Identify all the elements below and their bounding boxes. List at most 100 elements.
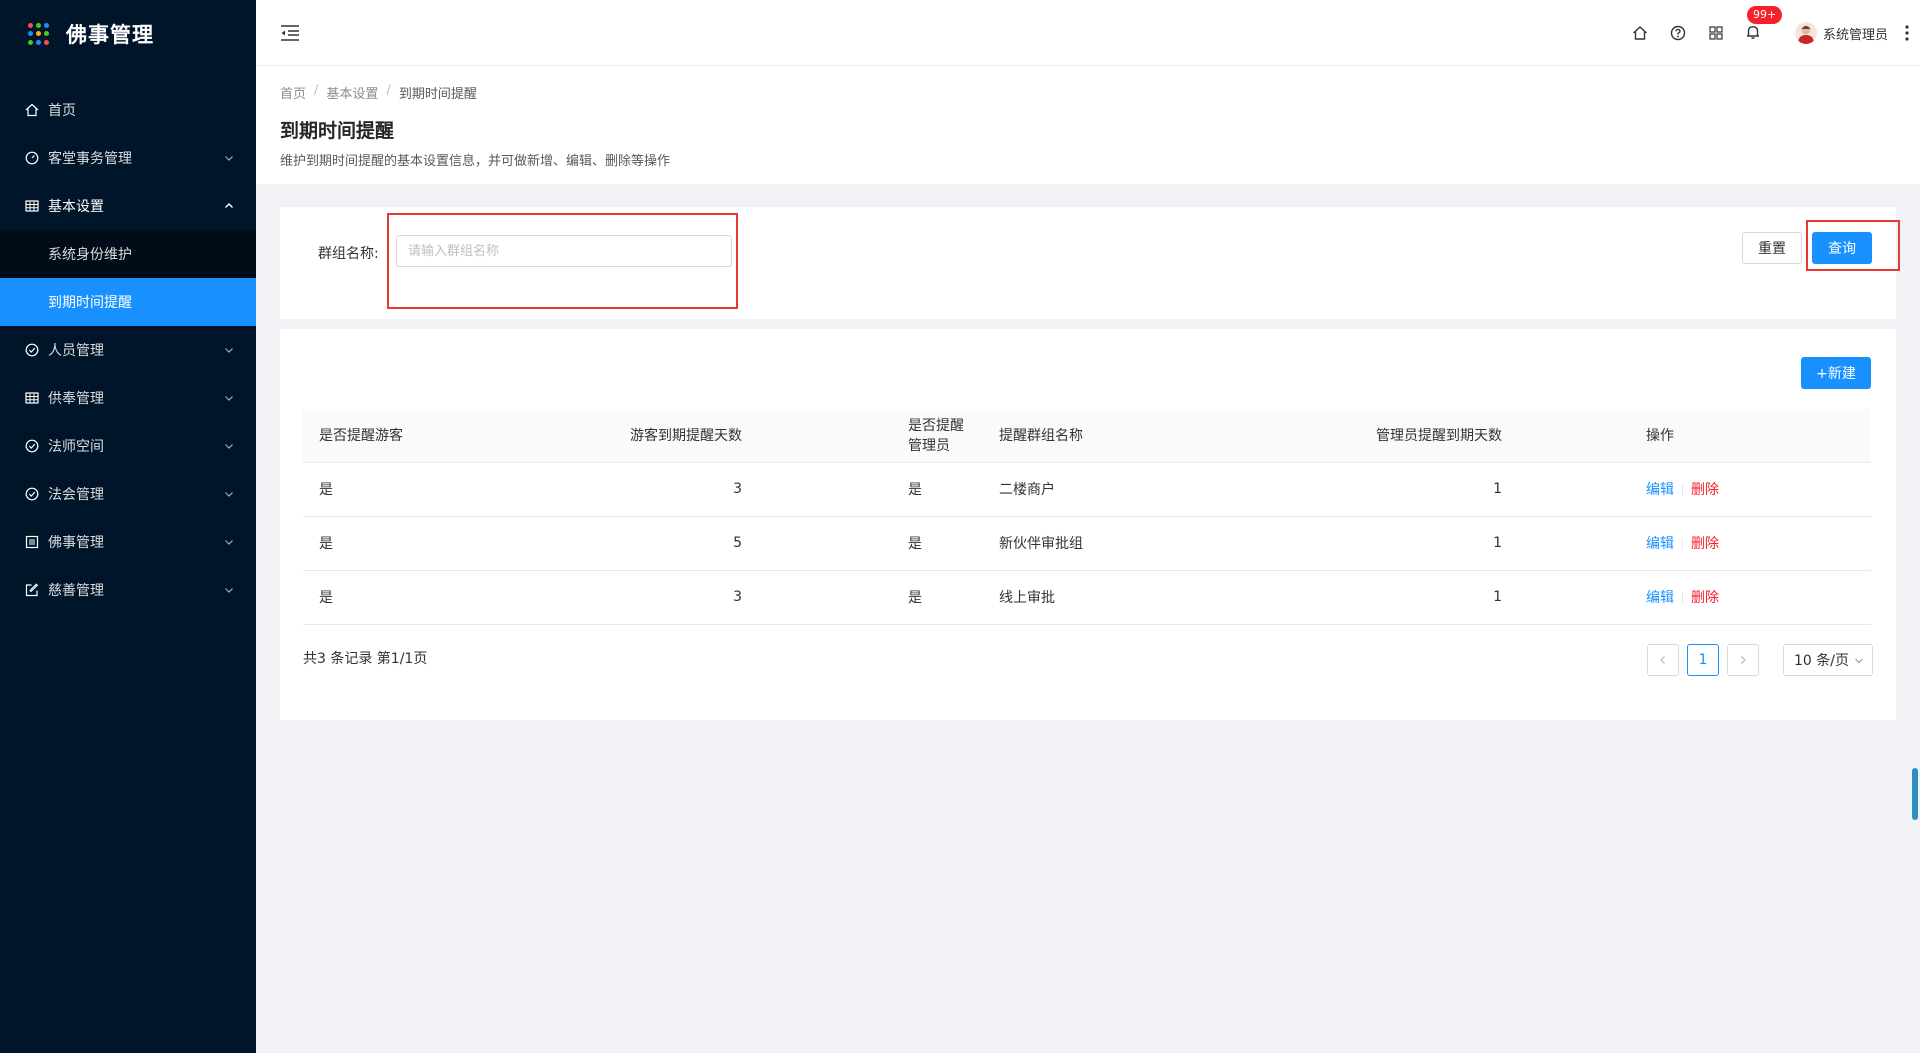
cell-remind-admin: 是 [758,462,983,517]
table-row: 是 3 是 线上审批 1 编辑 删除 [303,570,1871,625]
action-divider [1682,592,1683,604]
list-icon [24,534,40,550]
new-button[interactable]: +新建 [1801,357,1871,389]
sidebar-item-dharma-assembly[interactable]: 法会管理 [0,470,256,518]
chevron-left-icon [1660,656,1665,664]
sidebar-item-offerings[interactable]: 供奉管理 [0,374,256,422]
cell-remind-visitor: 是 [303,570,593,625]
more-vertical-icon[interactable] [1900,24,1914,42]
cell-remind-visitor: 是 [303,462,593,517]
chevron-down-icon [1855,658,1863,664]
sidebar-submenu-basic-settings: 系统身份维护 到期时间提醒 [0,230,256,326]
next-page-button[interactable] [1727,644,1759,676]
cell-visitor-days: 3 [593,570,758,625]
sidebar-item-basic-settings[interactable]: 基本设置 [0,182,256,230]
prev-page-button[interactable] [1647,644,1679,676]
app-grid-icon [28,23,50,45]
cell-visitor-days: 3 [593,462,758,517]
page-title: 到期时间提醒 [280,120,395,142]
cell-visitor-days: 5 [593,516,758,571]
chevron-down-icon [225,396,233,401]
cell-actions: 编辑 删除 [1518,516,1871,571]
page-header: 首页 / 基本设置 / 到期时间提醒 到期时间提醒 维护到期时间提醒的基本设置信… [256,66,1920,184]
apps-grid-icon[interactable] [1707,24,1725,42]
sidebar-item-buddhist-affairs[interactable]: 佛事管理 [0,518,256,566]
cell-admin-days: 1 [1213,570,1518,625]
column-header: 是否提醒游客 [303,409,593,463]
page-size-value: 10 条/页 [1794,653,1849,669]
scrollbar-thumb[interactable] [1912,768,1918,820]
column-header: 是否提醒管理员 [758,409,983,463]
cell-remind-admin: 是 [758,570,983,625]
page-size-select[interactable]: 10 条/页 [1783,644,1873,676]
group-name-label: 群组名称: [318,246,379,262]
sidebar-item-home[interactable]: 首页 [0,86,256,134]
table-row: 是 5 是 新伙伴审批组 1 编辑 删除 [303,516,1871,571]
cell-actions: 编辑 删除 [1518,570,1871,625]
delete-link[interactable]: 删除 [1691,536,1719,552]
sidebar-item-expiry-reminder[interactable]: 到期时间提醒 [0,278,256,326]
check-circle-icon [24,486,40,502]
sidebar-item-label: 法会管理 [48,487,104,503]
chevron-down-icon [225,348,233,353]
sidebar-item-label: 客堂事务管理 [48,151,132,167]
dashboard-icon [24,150,40,166]
sidebar-item-label: 人员管理 [48,343,104,359]
cell-remind-admin: 是 [758,516,983,571]
page-number-button[interactable]: 1 [1687,644,1719,676]
sidebar-item-label: 到期时间提醒 [48,295,132,311]
home-icon [24,102,40,118]
avatar[interactable] [1794,22,1817,44]
group-name-input[interactable] [396,235,732,267]
table-header-row: 是否提醒游客 游客到期提醒天数 是否提醒管理员 提醒群组名称 管理员提醒到期天数… [303,409,1871,463]
delete-link[interactable]: 删除 [1691,590,1719,606]
table-icon [24,198,40,214]
menu-fold-icon[interactable] [280,24,300,42]
edit-link[interactable]: 编辑 [1646,482,1674,498]
query-button[interactable]: 查询 [1812,232,1872,264]
table-row: 是 3 是 二楼商户 1 编辑 删除 [303,462,1871,517]
edit-link[interactable]: 编辑 [1646,536,1674,552]
cell-admin-days: 1 [1213,462,1518,517]
cell-group-name: 二楼商户 [983,462,1213,517]
home-icon[interactable] [1631,24,1649,42]
reset-button[interactable]: 重置 [1742,232,1802,264]
column-header: 提醒群组名称 [983,409,1213,463]
table-icon [24,390,40,406]
sidebar-item-system-identity[interactable]: 系统身份维护 [0,230,256,278]
chevron-down-icon [225,540,233,545]
column-header: 管理员提醒到期天数 [1213,409,1518,463]
sidebar-item-charity[interactable]: 慈善管理 [0,566,256,614]
sidebar-item-master-space[interactable]: 法师空间 [0,422,256,470]
cell-actions: 编辑 删除 [1518,462,1871,517]
chevron-down-icon [225,444,233,449]
chevron-down-icon [225,156,233,161]
sidebar-item-label: 佛事管理 [48,535,104,551]
search-form: 群组名称: 重置 查询 [280,207,1900,319]
delete-link[interactable]: 删除 [1691,482,1719,498]
notification-button[interactable]: 99+ [1745,6,1783,42]
breadcrumb-basic-settings[interactable]: 基本设置 [326,83,378,102]
check-circle-icon [24,342,40,358]
breadcrumb: 首页 / 基本设置 / 到期时间提醒 [280,83,477,102]
sidebar-item-guest-affairs[interactable]: 客堂事务管理 [0,134,256,182]
cell-group-name: 线上审批 [983,570,1213,625]
sidebar-item-label: 系统身份维护 [48,247,132,263]
notification-badge: 99+ [1746,6,1783,24]
sidebar-item-personnel[interactable]: 人员管理 [0,326,256,374]
sidebar-item-label: 供奉管理 [48,391,104,407]
sidebar: 佛事管理 首页 客堂事务管理 基本设置 系统身份维护 到期时间提醒 人员管理 供… [0,0,256,1053]
sidebar-menu: 首页 客堂事务管理 基本设置 系统身份维护 到期时间提醒 人员管理 供奉管理 法… [0,86,256,614]
help-icon[interactable] [1669,24,1687,42]
record-summary: 共3 条记录 第1/1页 [303,651,428,667]
pagination: 1 10 条/页 [1647,644,1873,676]
chevron-down-icon [225,492,233,497]
bell-icon [1746,26,1759,39]
breadcrumb-separator: / [314,83,319,98]
logo[interactable]: 佛事管理 [0,0,256,68]
header-actions: 99+ 系统管理员 [1621,0,1920,66]
cell-admin-days: 1 [1213,516,1518,571]
edit-link[interactable]: 编辑 [1646,590,1674,606]
breadcrumb-home[interactable]: 首页 [280,83,306,102]
user-name[interactable]: 系统管理员 [1823,24,1888,43]
